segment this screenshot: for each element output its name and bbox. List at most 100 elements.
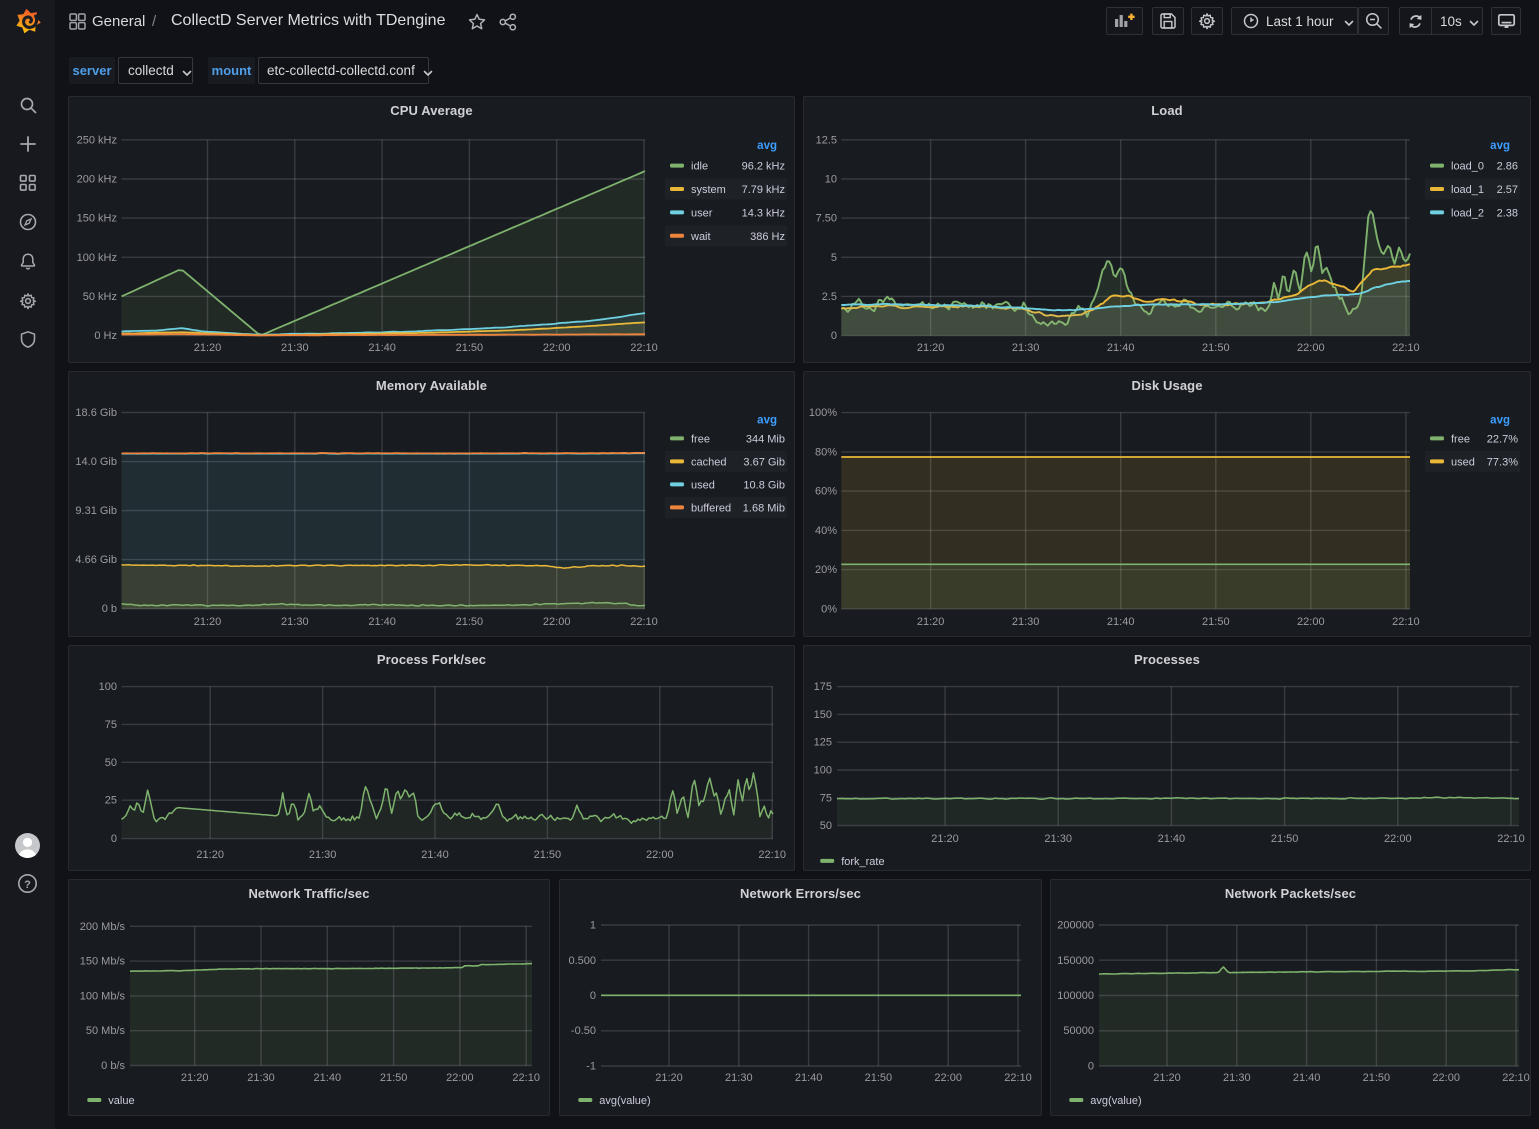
svg-text:22:10: 22:10 bbox=[1392, 342, 1420, 354]
svg-text:22:10: 22:10 bbox=[630, 616, 658, 628]
svg-text:21:30: 21:30 bbox=[281, 616, 309, 628]
svg-text:21:40: 21:40 bbox=[368, 616, 396, 628]
svg-text:21:40: 21:40 bbox=[1158, 833, 1186, 845]
svg-text:21:20: 21:20 bbox=[194, 342, 222, 354]
svg-text:22:10: 22:10 bbox=[512, 1072, 540, 1084]
svg-text:value: value bbox=[108, 1095, 134, 1107]
svg-text:150: 150 bbox=[814, 709, 832, 721]
svg-text:used: used bbox=[1451, 456, 1475, 468]
svg-text:21:50: 21:50 bbox=[456, 616, 484, 628]
svg-text:0: 0 bbox=[831, 330, 837, 342]
svg-text:21:20: 21:20 bbox=[917, 616, 945, 628]
svg-text:21:30: 21:30 bbox=[1044, 833, 1072, 845]
svg-text:21:50: 21:50 bbox=[1363, 1072, 1391, 1084]
svg-text:50 Mb/s: 50 Mb/s bbox=[86, 1025, 126, 1037]
svg-text:wait: wait bbox=[690, 231, 711, 243]
svg-text:21:20: 21:20 bbox=[1153, 1072, 1181, 1084]
svg-text:21:30: 21:30 bbox=[1012, 342, 1040, 354]
svg-text:0 Hz: 0 Hz bbox=[94, 330, 117, 342]
svg-text:cached: cached bbox=[691, 456, 726, 468]
svg-text:0 b/s: 0 b/s bbox=[101, 1060, 125, 1072]
svg-text:load_2: load_2 bbox=[1451, 207, 1484, 219]
svg-text:22:00: 22:00 bbox=[934, 1072, 962, 1084]
svg-text:100: 100 bbox=[814, 765, 832, 777]
svg-text:60%: 60% bbox=[815, 486, 837, 498]
svg-text:22:00: 22:00 bbox=[646, 849, 674, 861]
svg-text:21:50: 21:50 bbox=[534, 849, 562, 861]
svg-text:21:40: 21:40 bbox=[421, 849, 449, 861]
svg-text:175: 175 bbox=[814, 681, 832, 693]
svg-text:100000: 100000 bbox=[1057, 990, 1094, 1002]
svg-text:0: 0 bbox=[590, 990, 596, 1002]
svg-text:22.7%: 22.7% bbox=[1487, 433, 1518, 445]
svg-text:fork_rate: fork_rate bbox=[841, 856, 884, 868]
svg-text:0.500: 0.500 bbox=[568, 955, 596, 967]
svg-text:50 kHz: 50 kHz bbox=[83, 291, 117, 303]
svg-text:200 Mb/s: 200 Mb/s bbox=[80, 921, 126, 933]
svg-text:22:10: 22:10 bbox=[1392, 616, 1420, 628]
svg-text:22:10: 22:10 bbox=[630, 342, 658, 354]
svg-text:buffered: buffered bbox=[691, 502, 731, 514]
svg-text:50000: 50000 bbox=[1063, 1025, 1094, 1037]
svg-text:4.66 Gib: 4.66 Gib bbox=[75, 554, 117, 566]
svg-text:avg(value): avg(value) bbox=[1090, 1095, 1141, 1107]
svg-text:9.31 Gib: 9.31 Gib bbox=[75, 505, 117, 517]
svg-text:21:50: 21:50 bbox=[456, 342, 484, 354]
svg-text:avg(value): avg(value) bbox=[599, 1095, 650, 1107]
svg-text:2.57: 2.57 bbox=[1497, 184, 1518, 196]
svg-text:free: free bbox=[691, 433, 710, 445]
svg-text:10.8 Gib: 10.8 Gib bbox=[743, 479, 785, 491]
svg-text:21:20: 21:20 bbox=[931, 833, 959, 845]
svg-text:150000: 150000 bbox=[1057, 955, 1094, 967]
svg-text:load_0: load_0 bbox=[1451, 161, 1484, 173]
svg-text:21:40: 21:40 bbox=[1107, 342, 1135, 354]
svg-text:21:20: 21:20 bbox=[181, 1072, 209, 1084]
svg-text:21:20: 21:20 bbox=[655, 1072, 683, 1084]
svg-text:used: used bbox=[691, 479, 715, 491]
svg-text:7.50: 7.50 bbox=[816, 213, 837, 225]
svg-text:21:40: 21:40 bbox=[1293, 1072, 1321, 1084]
svg-text:386 Hz: 386 Hz bbox=[750, 231, 785, 243]
svg-text:user: user bbox=[691, 207, 713, 219]
svg-text:21:30: 21:30 bbox=[1223, 1072, 1251, 1084]
svg-text:200000: 200000 bbox=[1057, 920, 1094, 932]
svg-text:80%: 80% bbox=[815, 446, 837, 458]
svg-text:50: 50 bbox=[105, 757, 117, 769]
svg-text:0%: 0% bbox=[821, 603, 837, 615]
svg-text:3.67 Gib: 3.67 Gib bbox=[743, 456, 785, 468]
svg-text:2.38: 2.38 bbox=[1497, 207, 1518, 219]
svg-text:22:00: 22:00 bbox=[1384, 833, 1412, 845]
svg-text:?: ? bbox=[24, 879, 31, 891]
svg-text:14.3 kHz: 14.3 kHz bbox=[742, 207, 785, 219]
svg-text:150 Mb/s: 150 Mb/s bbox=[80, 956, 126, 968]
svg-text:75: 75 bbox=[820, 792, 832, 804]
svg-text:21:50: 21:50 bbox=[380, 1072, 408, 1084]
svg-text:125: 125 bbox=[814, 737, 832, 749]
svg-text:22:10: 22:10 bbox=[758, 849, 786, 861]
svg-text:22:10: 22:10 bbox=[1497, 833, 1525, 845]
svg-text:21:20: 21:20 bbox=[194, 616, 222, 628]
svg-text:18.6 Gib: 18.6 Gib bbox=[75, 407, 117, 419]
svg-text:21:20: 21:20 bbox=[917, 342, 945, 354]
svg-text:344 Mib: 344 Mib bbox=[746, 433, 785, 445]
svg-text:21:50: 21:50 bbox=[1271, 833, 1299, 845]
svg-text:0 b: 0 b bbox=[102, 603, 117, 615]
svg-text:idle: idle bbox=[691, 161, 708, 173]
svg-text:21:20: 21:20 bbox=[196, 849, 224, 861]
svg-text:avg: avg bbox=[1490, 140, 1510, 152]
svg-text:7.79 kHz: 7.79 kHz bbox=[742, 184, 785, 196]
svg-text:40%: 40% bbox=[815, 525, 837, 537]
svg-text:21:50: 21:50 bbox=[865, 1072, 893, 1084]
svg-text:5: 5 bbox=[831, 252, 837, 264]
svg-text:2.86: 2.86 bbox=[1497, 161, 1518, 173]
svg-text:21:30: 21:30 bbox=[281, 342, 309, 354]
svg-text:avg: avg bbox=[1490, 415, 1510, 427]
svg-text:100 kHz: 100 kHz bbox=[77, 252, 117, 264]
svg-text:50: 50 bbox=[820, 820, 832, 832]
svg-text:avg: avg bbox=[757, 415, 777, 427]
svg-text:100%: 100% bbox=[809, 407, 837, 419]
svg-text:2.5: 2.5 bbox=[822, 291, 837, 303]
svg-text:load_1: load_1 bbox=[1451, 184, 1484, 196]
svg-text:-0.50: -0.50 bbox=[571, 1025, 596, 1037]
svg-text:14.0 Gib: 14.0 Gib bbox=[75, 456, 117, 468]
